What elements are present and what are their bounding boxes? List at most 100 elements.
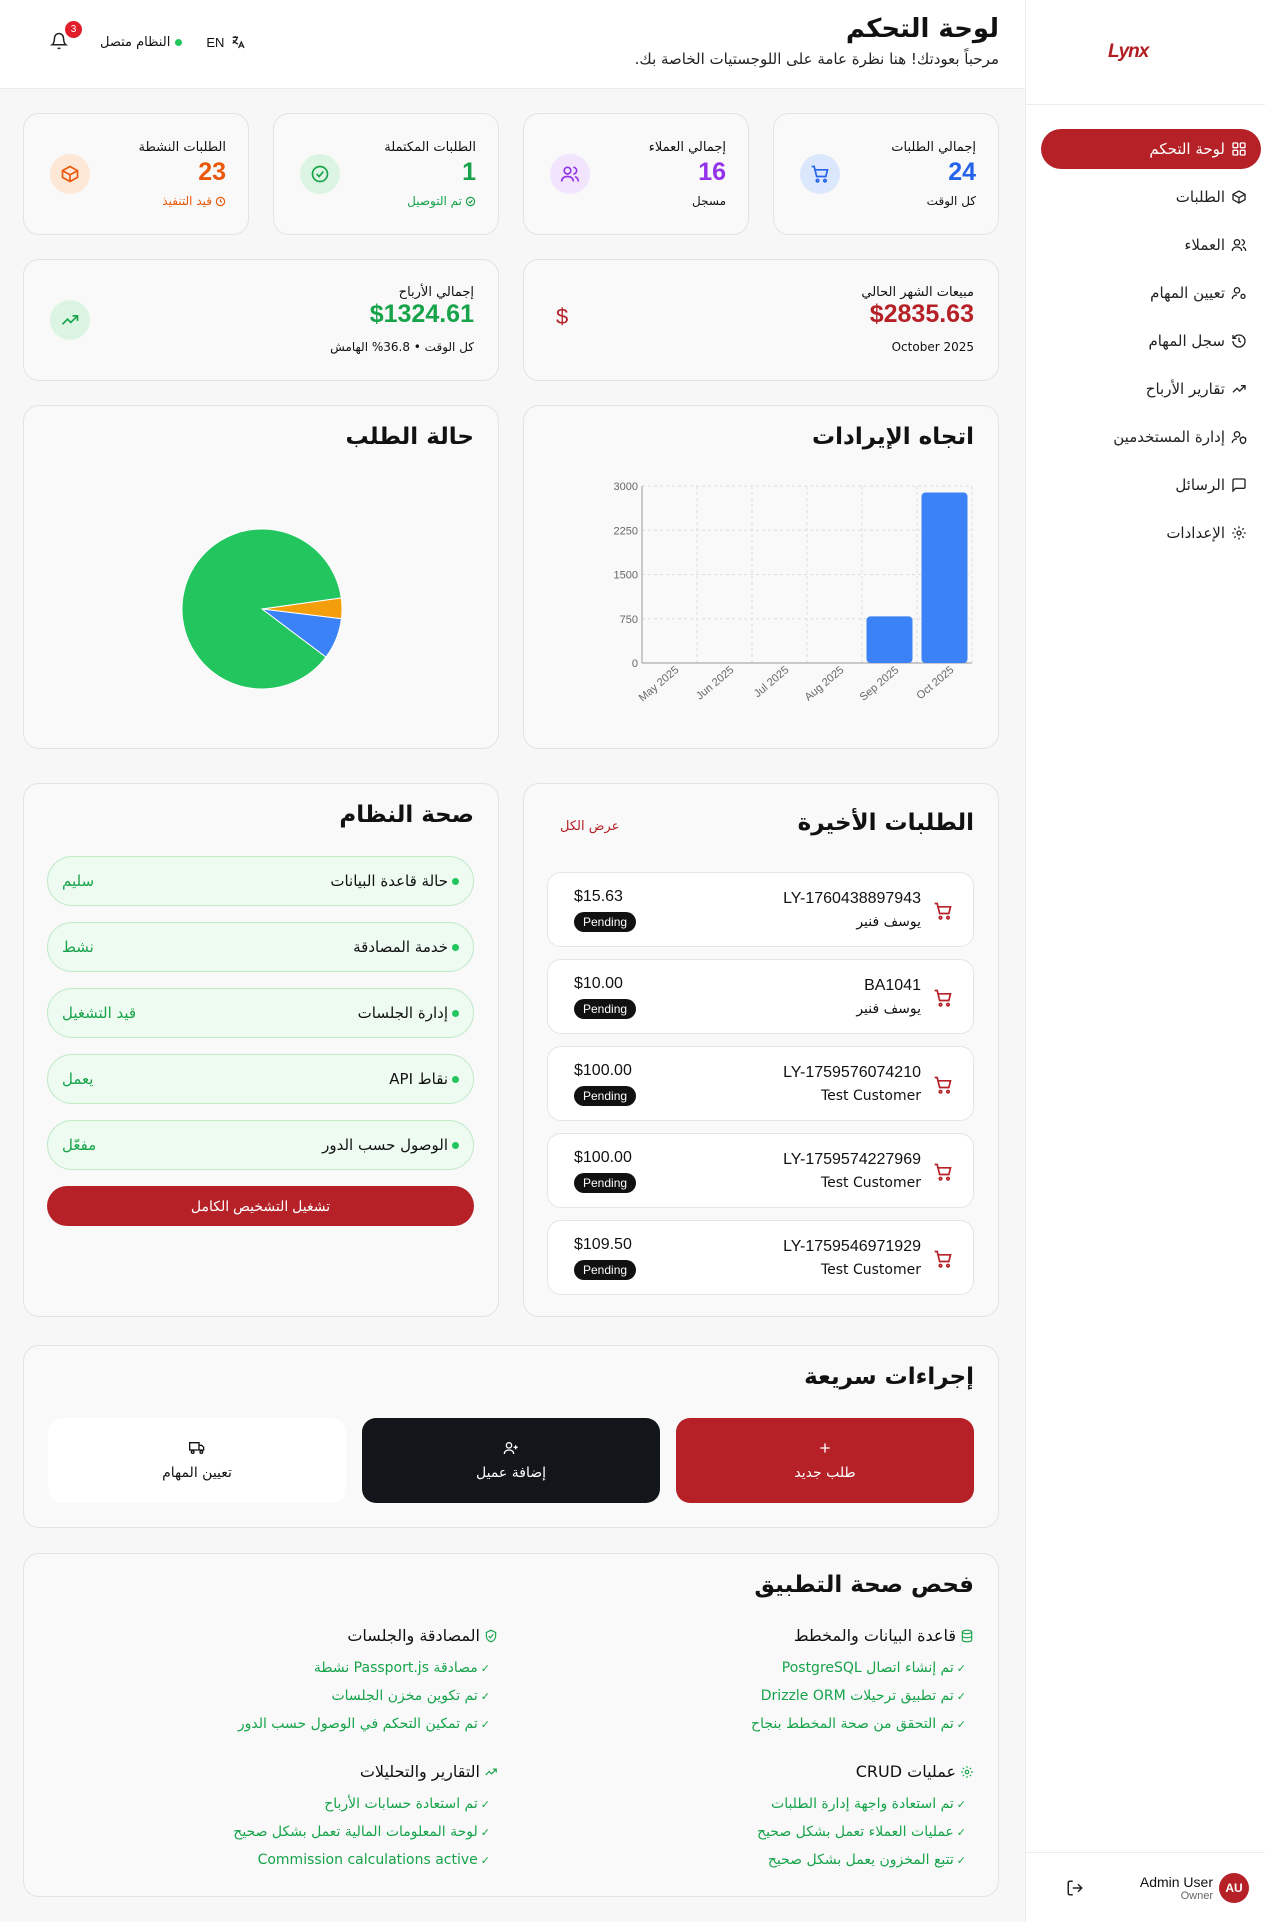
check-group-title: التقارير والتحليلات — [360, 1762, 498, 1781]
check-line-text: تم استعادة واجهة إدارة الطلبات — [771, 1796, 954, 1812]
health-item-name: حالة قاعدة البيانات — [330, 872, 459, 890]
check-icon: ✓ — [480, 1661, 490, 1675]
app-health-check-card: فحص صحة التطبيق قاعدة البيانات والمخطط ✓… — [23, 1553, 999, 1897]
y-tick-label: 750 — [620, 614, 638, 626]
plus-icon — [820, 1443, 830, 1453]
status-dot — [452, 1009, 459, 1017]
new-order-button[interactable]: طلب جديد — [676, 1418, 974, 1503]
order-amount: $109.50 — [574, 1236, 632, 1253]
monthly-sales-card[interactable]: مبيعات الشهر الحالي $2835.63 October 202… — [523, 259, 999, 381]
check-line: ✓ تم تطبيق ترحيلات Drizzle ORM — [761, 1688, 966, 1704]
health-item-value: مفعّل — [62, 1136, 97, 1154]
package-icon — [50, 154, 90, 194]
logout-icon[interactable] — [1066, 1879, 1084, 1897]
health-item-sessions: إدارة الجلسات قيد التشغيل — [47, 988, 474, 1038]
order-amount: $100.00 — [574, 1149, 632, 1166]
page-subtitle: مرحباً بعودتك! هنا نظرة عامة على اللوجست… — [634, 50, 999, 68]
check-line: ✓ تم تمكين التحكم في الوصول حسب الدور — [238, 1716, 490, 1732]
trending-up-icon — [50, 300, 90, 340]
message-icon — [1232, 478, 1246, 493]
order-row[interactable]: LY-1759546971929 Test Customer $109.50 P… — [547, 1220, 974, 1295]
main-content: إجمالي الطلبات 24 كل الوقت إجمالي العملا… — [0, 89, 1025, 1922]
order-row[interactable]: BA1041 يوسف فنير $10.00 Pending — [547, 959, 974, 1034]
total-profit-value: $1324.61 — [369, 300, 474, 328]
stat-note-text: تم التوصيل — [407, 194, 462, 208]
language-label: EN — [206, 34, 225, 50]
order-row[interactable]: LY-1759576074210 Test Customer $100.00 P… — [547, 1046, 974, 1121]
check-line-text: لوحة المعلومات المالية تعمل بشكل صحيح — [233, 1824, 478, 1840]
sidebar-item-messages[interactable]: الرسائل — [1041, 465, 1261, 505]
language-toggle[interactable]: EN — [206, 34, 246, 50]
check-circle-icon — [300, 154, 340, 194]
status-dot — [452, 1075, 459, 1083]
gear-icon — [1232, 526, 1246, 540]
sidebar-item-orders[interactable]: الطلبات — [1041, 177, 1261, 217]
health-item-name: خدمة المصادقة — [353, 938, 459, 956]
sidebar: Lynx لوحة التحكم الطلبات العملاء تعيين ا… — [1025, 0, 1265, 1922]
monthly-sales-label: مبيعات الشهر الحالي — [861, 285, 974, 300]
notifications-button[interactable]: 3 — [49, 21, 82, 52]
assign-tasks-button[interactable]: تعيين المهام — [48, 1418, 346, 1503]
health-item-auth: خدمة المصادقة نشط — [47, 922, 474, 972]
sidebar-item-task-log[interactable]: سجل المهام — [1041, 321, 1261, 361]
bell-icon — [49, 32, 69, 50]
check-line-text: عمليات العملاء تعمل بشكل صحيح — [757, 1824, 954, 1840]
sidebar-item-profit-reports[interactable]: تقارير الأرباح — [1041, 369, 1261, 409]
logo[interactable]: Lynx — [1026, 0, 1265, 105]
order-id: LY-1759576074210 — [783, 1064, 921, 1081]
total-profit-card[interactable]: إجمالي الأرباح $1324.61 كل الوقت • 36.8%… — [23, 259, 499, 381]
check-group-title: عمليات CRUD — [856, 1762, 974, 1781]
status-dot — [452, 943, 459, 951]
health-item-name: إدارة الجلسات — [358, 1004, 459, 1022]
package-icon — [1232, 190, 1246, 204]
check-group-label: المصادقة والجلسات — [347, 1626, 480, 1645]
add-customer-button[interactable]: إضافة عميل — [362, 1418, 660, 1503]
run-diagnostics-button[interactable]: تشغيل التشخيص الكامل — [47, 1186, 474, 1226]
sidebar-item-label: تعيين المهام — [1150, 284, 1225, 302]
avatar[interactable]: AU — [1219, 1872, 1249, 1903]
y-tick-label: 1500 — [614, 570, 638, 582]
stat-label: إجمالي الطلبات — [891, 140, 976, 155]
app-check-title: فحص صحة التطبيق — [754, 1572, 974, 1598]
view-all-link[interactable]: عرض الكل — [560, 819, 619, 834]
check-icon: ✓ — [956, 1661, 966, 1675]
sidebar-item-customers[interactable]: العملاء — [1041, 225, 1261, 265]
stat-card-total-customers[interactable]: إجمالي العملاء 16 مسجل — [523, 113, 749, 235]
order-amount: $100.00 — [574, 1062, 632, 1079]
logo-text: Lynx — [1108, 41, 1149, 62]
check-line: ✓ عمليات العملاء تعمل بشكل صحيح — [757, 1824, 966, 1840]
order-row[interactable]: LY-1760438897943 يوسف فنير $15.63 Pendin… — [547, 872, 974, 947]
check-icon: ✓ — [956, 1797, 966, 1811]
sidebar-item-user-management[interactable]: إدارة المستخدمين — [1041, 417, 1261, 457]
order-row[interactable]: LY-1759574227969 Test Customer $100.00 P… — [547, 1133, 974, 1208]
check-line: ✓ مصادقة Passport.js نشطة — [314, 1660, 490, 1676]
stat-note: قيد التنفيذ — [162, 194, 226, 208]
monthly-sales-period: October 2025 — [891, 340, 974, 354]
truck-icon — [189, 1442, 205, 1454]
health-item-label: الوصول حسب الدور — [322, 1136, 448, 1154]
check-line-text: تم تمكين التحكم في الوصول حسب الدور — [237, 1716, 478, 1732]
check-line: ✓ تم استعادة واجهة إدارة الطلبات — [771, 1796, 966, 1812]
check-group-title: المصادقة والجلسات — [347, 1626, 498, 1645]
sidebar-item-settings[interactable]: الإعدادات — [1041, 513, 1261, 553]
check-circle-icon — [465, 196, 476, 206]
stat-note: مسجل — [692, 194, 726, 208]
cart-icon — [934, 989, 952, 1007]
stat-note: كل الوقت — [926, 194, 976, 208]
health-item-rbac: الوصول حسب الدور مفعّل — [47, 1120, 474, 1170]
sidebar-item-label: الطلبات — [1175, 188, 1225, 206]
stat-label: الطلبات المكتملة — [384, 140, 476, 155]
sidebar-item-dashboard[interactable]: لوحة التحكم — [1041, 129, 1261, 169]
sidebar-item-assign-tasks[interactable]: تعيين المهام — [1041, 273, 1261, 313]
order-amount: $15.63 — [574, 888, 623, 905]
cart-icon — [934, 1076, 952, 1094]
order-id: LY-1759574227969 — [783, 1151, 921, 1168]
dollar-icon: $ — [556, 304, 569, 329]
stat-card-total-orders[interactable]: إجمالي الطلبات 24 كل الوقت — [773, 113, 999, 235]
stat-card-active-orders[interactable]: الطلبات النشطة 23 قيد التنفيذ — [23, 113, 249, 235]
health-item-value: يعمل — [62, 1070, 94, 1088]
order-customer: Test Customer — [820, 1262, 921, 1278]
stat-card-completed-orders[interactable]: الطلبات المكتملة 1 تم التوصيل — [273, 113, 499, 235]
check-group-title: قاعدة البيانات والمخطط — [794, 1626, 974, 1645]
order-customer: Test Customer — [820, 1175, 921, 1191]
